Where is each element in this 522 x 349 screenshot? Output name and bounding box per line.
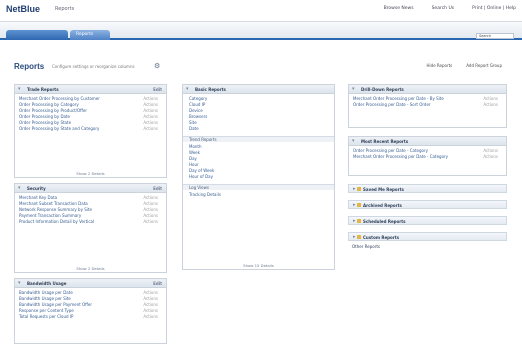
panel-title: Most Recent Reports (361, 139, 409, 144)
list-item[interactable]: Total Requests per Cloud IP Actions (19, 314, 162, 320)
app-logo[interactable]: NetBlue (6, 4, 40, 14)
panel-title: Security (27, 186, 46, 191)
panel-title: Trade Reports (27, 87, 59, 92)
hide-reports-link[interactable]: Hide Reports (427, 63, 453, 68)
app-subtitle: Reports (55, 6, 75, 12)
list-item[interactable]: Product Information Detail by Vertical Ac… (19, 219, 162, 225)
panel-list: Merchant Order Processing per Date - By … (349, 94, 506, 110)
panel-title: Drill-Down Reports (361, 87, 404, 92)
folder-icon (357, 187, 361, 191)
panel-edit-link[interactable]: Edit (153, 281, 162, 286)
tab-main[interactable] (6, 30, 68, 40)
group-archived-reports[interactable]: ▸ Archived Reports (348, 200, 507, 209)
panel-header: ▾ Drill-Down Reports (349, 85, 506, 94)
report-date[interactable]: Date (183, 126, 334, 132)
top-links: Browse News Search Us Print | Online | H… (384, 6, 516, 11)
add-report-group-link[interactable]: Add Report Group (466, 63, 502, 68)
page-title: Reports (14, 62, 45, 71)
collapsed-groups: ▸ Saved Me Reports ▸ Archived Reports ▸ Sch… (348, 184, 507, 249)
group-saved-me-reports[interactable]: ▸ Saved Me Reports (348, 184, 507, 193)
list-item[interactable]: Merchant Order Processing per Date - Cat… (353, 154, 502, 160)
panel-most-recent-reports: ▾ Most Recent Reports Order Processing pe… (348, 136, 507, 176)
group-trend-reports: Trend Reports (183, 136, 334, 142)
top-link-search[interactable]: Search Us (432, 6, 455, 11)
show-details-link[interactable]: Show 15 Details (183, 263, 334, 268)
panel-list: Order Processing per Date - Category Acti… (349, 146, 506, 162)
other-reports-label[interactable]: Other Reports (348, 244, 507, 249)
show-details-link[interactable]: Show 2 Details (15, 171, 166, 176)
folder-icon (357, 203, 361, 207)
panel-list: Bandwidth Usage per Date Actions Bandwidt… (15, 288, 166, 322)
group-scheduled-reports[interactable]: ▸ Scheduled Reports (348, 216, 507, 225)
panel-security: ▾ Security Edit Merchant Key Data Actions M… (14, 183, 167, 273)
panel-edit-link[interactable]: Edit (153, 186, 162, 191)
panel-edit-link[interactable]: Edit (153, 87, 162, 92)
panel-list: Merchant Order Processing by Customer Act… (15, 94, 166, 134)
collapse-icon[interactable]: ▾ (186, 86, 189, 92)
collapse-icon[interactable]: ▾ (352, 138, 355, 144)
panel-title: Bandwidth Usage (27, 281, 67, 286)
top-link-help[interactable]: Print | Online | Help (472, 6, 516, 11)
collapse-icon[interactable]: ▾ (18, 280, 21, 286)
group-custom-reports[interactable]: ▸ Custom Reports (348, 232, 507, 241)
top-bar: NetBlue Reports Browse News Search Us Pr… (0, 0, 522, 22)
panel-bandwidth-usage: ▾ Bandwidth Usage Edit Bandwidth Usage per… (14, 278, 167, 344)
expand-icon[interactable]: ▸ (353, 234, 356, 240)
show-details-link[interactable]: Show 2 Details (15, 266, 166, 271)
panel-basic-reports: ▾ Basic Reports Category Cloud IP Device … (182, 84, 335, 270)
panel-header: ▾ Trade Reports Edit (15, 85, 166, 94)
report-hour-of-day[interactable]: Hour of Day (183, 174, 334, 180)
top-link-browse[interactable]: Browse News (384, 6, 414, 11)
folder-icon (357, 219, 361, 223)
panel-list: Merchant Key Data Actions Merchant Subset… (15, 193, 166, 227)
search-input[interactable]: Search (476, 33, 514, 39)
tab-reports[interactable]: Reports (70, 30, 110, 40)
list-item[interactable]: Order Processing per Date - Sort Order Ac… (353, 102, 502, 108)
panel-header: ▾ Security Edit (15, 184, 166, 193)
collapse-icon[interactable]: ▾ (352, 86, 355, 92)
collapse-icon[interactable]: ▾ (18, 86, 21, 92)
report-tracking-details[interactable]: Tracking Details (183, 192, 334, 198)
collapse-icon[interactable]: ▾ (18, 185, 21, 191)
list-item[interactable]: Order Processing by State and Category Ac… (19, 126, 162, 132)
expand-icon[interactable]: ▸ (353, 202, 356, 208)
panel-title: Basic Reports (195, 87, 226, 92)
header-actions: Hide Reports Add Report Group (427, 63, 502, 68)
panel-drill-down-reports: ▾ Drill-Down Reports Merchant Order Proce… (348, 84, 507, 128)
nav-bar: Reports Search (0, 22, 522, 40)
panel-header: ▾ Most Recent Reports (349, 137, 506, 146)
gear-icon[interactable]: ⚙ (154, 62, 160, 70)
reports-header: Reports Configure settings or reorganize… (14, 62, 516, 74)
expand-icon[interactable]: ▸ (353, 186, 356, 192)
group-log-views: Log Views (183, 184, 334, 190)
panel-trade-reports: ▾ Trade Reports Edit Merchant Order Proces… (14, 84, 167, 178)
folder-icon (357, 235, 361, 239)
page-description: Configure settings or reorganize columns (52, 64, 135, 69)
expand-icon[interactable]: ▸ (353, 218, 356, 224)
panel-header: ▾ Basic Reports (183, 85, 334, 94)
panel-header: ▾ Bandwidth Usage Edit (15, 279, 166, 288)
